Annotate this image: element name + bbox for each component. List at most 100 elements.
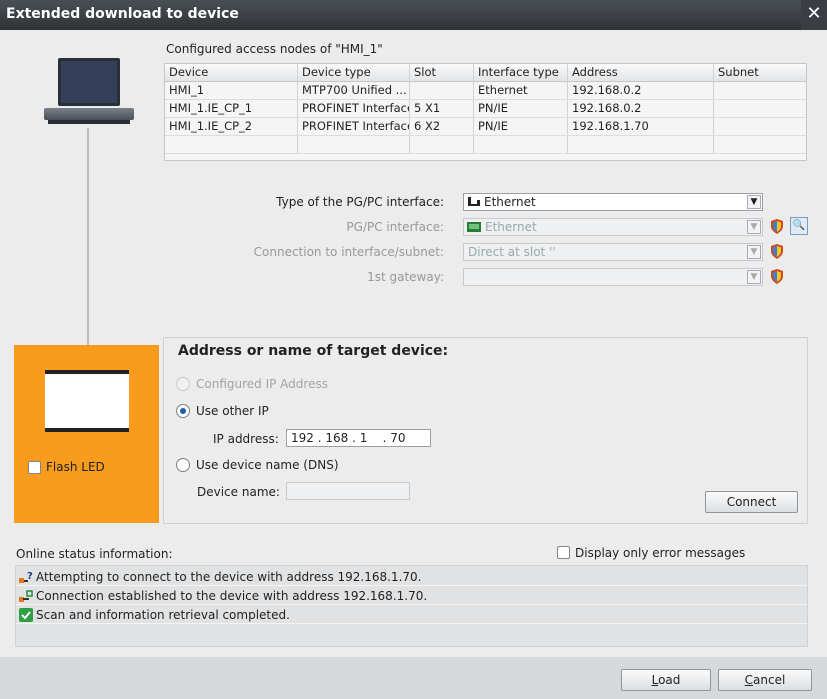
nodes-table-caption: Configured access nodes of "HMI_1" — [166, 42, 383, 56]
cell-address: 192.168.0.2 — [568, 82, 714, 99]
shield-icon[interactable] — [770, 219, 784, 234]
configured-ip-radio[interactable] — [176, 377, 190, 391]
pgpc-interface-select[interactable]: Ethernet ▼ — [463, 218, 763, 236]
target-device-panel: Flash LED — [14, 345, 159, 523]
status-message: Connection established to the device wit… — [16, 587, 807, 605]
status-heading: Online status information: — [16, 547, 173, 561]
status-message-text: Attempting to connect to the device with… — [36, 570, 422, 584]
check-icon — [19, 608, 33, 622]
use-dns-label: Use device name (DNS) — [196, 458, 339, 472]
cell-address: 192.168.1.70 — [568, 118, 714, 135]
status-message: Scan and information retrieval completed… — [16, 606, 807, 624]
load-button[interactable]: Load — [621, 669, 711, 691]
target-heading: Address or name of target device: — [178, 343, 449, 359]
table-row-empty[interactable] — [165, 136, 806, 154]
connecting-icon: ? — [19, 571, 33, 583]
network-card-icon — [467, 222, 481, 232]
cell-device-type: MTP700 Unified ... — [298, 82, 410, 99]
cell-empty — [298, 136, 410, 153]
chevron-down-icon[interactable]: ▼ — [747, 195, 761, 209]
cell-empty — [568, 136, 714, 153]
status-message-text: Connection established to the device wit… — [36, 589, 428, 603]
dialog-title: Extended download to device — [6, 6, 239, 22]
cell-slot: 6 X2 — [410, 118, 474, 135]
cell-device: HMI_1 — [165, 82, 298, 99]
status-log: ? Attempting to connect to the device wi… — [15, 565, 808, 647]
gateway-select[interactable]: ▼ — [463, 268, 763, 286]
cell-device: HMI_1.IE_CP_1 — [165, 100, 298, 117]
load-label: oad — [658, 673, 681, 687]
pgpc-interface-label: PG/PC interface: — [346, 220, 444, 234]
cell-subnet — [714, 118, 808, 135]
cell-empty — [410, 136, 474, 153]
pgpc-type-label: Type of the PG/PC interface: — [276, 195, 444, 209]
table-header: Device Device type Slot Interface type A… — [165, 64, 806, 82]
use-dns-radio[interactable] — [176, 458, 190, 472]
cell-device: HMI_1.IE_CP_2 — [165, 118, 298, 135]
cancel-mnemonic: C — [744, 673, 754, 687]
ip-address-field[interactable]: 192 . 168 . 1 . 70 — [286, 429, 431, 447]
chevron-down-icon[interactable]: ▼ — [747, 220, 761, 234]
chevron-down-icon[interactable]: ▼ — [747, 245, 761, 259]
connection-line — [87, 128, 89, 346]
pgpc-type-value: Ethernet — [484, 195, 536, 209]
use-other-ip-radio[interactable] — [176, 404, 190, 418]
gateway-label: 1st gateway: — [367, 270, 444, 284]
cell-address: 192.168.0.2 — [568, 100, 714, 117]
dialog-footer: Load Cancel — [0, 657, 827, 699]
cancel-button[interactable]: Cancel — [718, 669, 812, 691]
cancel-label: ancel — [753, 673, 786, 687]
cell-subnet — [714, 82, 808, 99]
use-other-ip-label: Use other IP — [196, 404, 269, 418]
cell-interface-type: Ethernet — [474, 82, 568, 99]
cell-empty — [165, 136, 298, 153]
connection-label: Connection to interface/subnet: — [253, 245, 444, 259]
column-header[interactable]: Device type — [298, 64, 410, 81]
status-message-text: Scan and information retrieval completed… — [36, 608, 290, 622]
column-header[interactable]: Interface type — [474, 64, 568, 81]
table-row[interactable]: HMI_1.IE_CP_1 PROFINET Interface 5 X1 PN… — [165, 100, 806, 118]
hmi-panel-icon — [45, 370, 129, 432]
status-message: ? Attempting to connect to the device wi… — [16, 568, 807, 586]
access-nodes-table: Device Device type Slot Interface type A… — [164, 63, 807, 161]
pgpc-interface-value: Ethernet — [485, 220, 537, 234]
svg-text:?: ? — [27, 571, 33, 582]
pgpc-type-select[interactable]: Ethernet ▼ — [463, 193, 763, 211]
shield-icon[interactable] — [770, 244, 784, 259]
flash-led-checkbox[interactable] — [28, 461, 41, 474]
connection-value: Direct at slot '' — [468, 245, 556, 259]
ethernet-icon — [468, 197, 480, 206]
error-only-label: Display only error messages — [575, 546, 746, 560]
column-header[interactable]: Subnet — [714, 64, 808, 81]
device-name-field[interactable] — [286, 482, 410, 500]
device-name-label: Device name: — [197, 485, 280, 499]
chevron-down-icon[interactable]: ▼ — [747, 270, 761, 284]
table-row[interactable]: HMI_1 MTP700 Unified ... Ethernet 192.16… — [165, 82, 806, 100]
cell-interface-type: PN/IE — [474, 118, 568, 135]
extended-download-dialog: Extended download to device ✕ Configured… — [0, 0, 827, 699]
cell-slot: 5 X1 — [410, 100, 474, 117]
cell-empty — [714, 136, 808, 153]
table-row[interactable]: HMI_1.IE_CP_2 PROFINET Interface 6 X2 PN… — [165, 118, 806, 136]
cell-interface-type: PN/IE — [474, 100, 568, 117]
cell-slot — [410, 82, 474, 99]
close-icon[interactable]: ✕ — [801, 0, 827, 30]
configured-ip-label: Configured IP Address — [196, 377, 328, 391]
cell-device-type: PROFINET Interface — [298, 100, 410, 117]
column-header[interactable]: Device — [165, 64, 298, 81]
error-only-checkbox[interactable] — [557, 546, 570, 559]
connected-icon — [19, 590, 33, 602]
shield-icon[interactable] — [770, 269, 784, 284]
column-header[interactable]: Address — [568, 64, 714, 81]
target-address-group: Address or name of target device: Config… — [163, 337, 808, 524]
title-bar: Extended download to device ✕ — [0, 0, 827, 30]
connect-button[interactable]: Connect — [705, 491, 798, 513]
properties-icon[interactable]: 🔍 — [790, 217, 808, 235]
connection-select[interactable]: Direct at slot '' ▼ — [463, 243, 763, 261]
flash-led-label: Flash LED — [46, 460, 105, 474]
ip-address-label: IP address: — [213, 432, 279, 446]
cell-subnet — [714, 100, 808, 117]
cell-empty — [474, 136, 568, 153]
computer-icon — [44, 58, 134, 128]
column-header[interactable]: Slot — [410, 64, 474, 81]
